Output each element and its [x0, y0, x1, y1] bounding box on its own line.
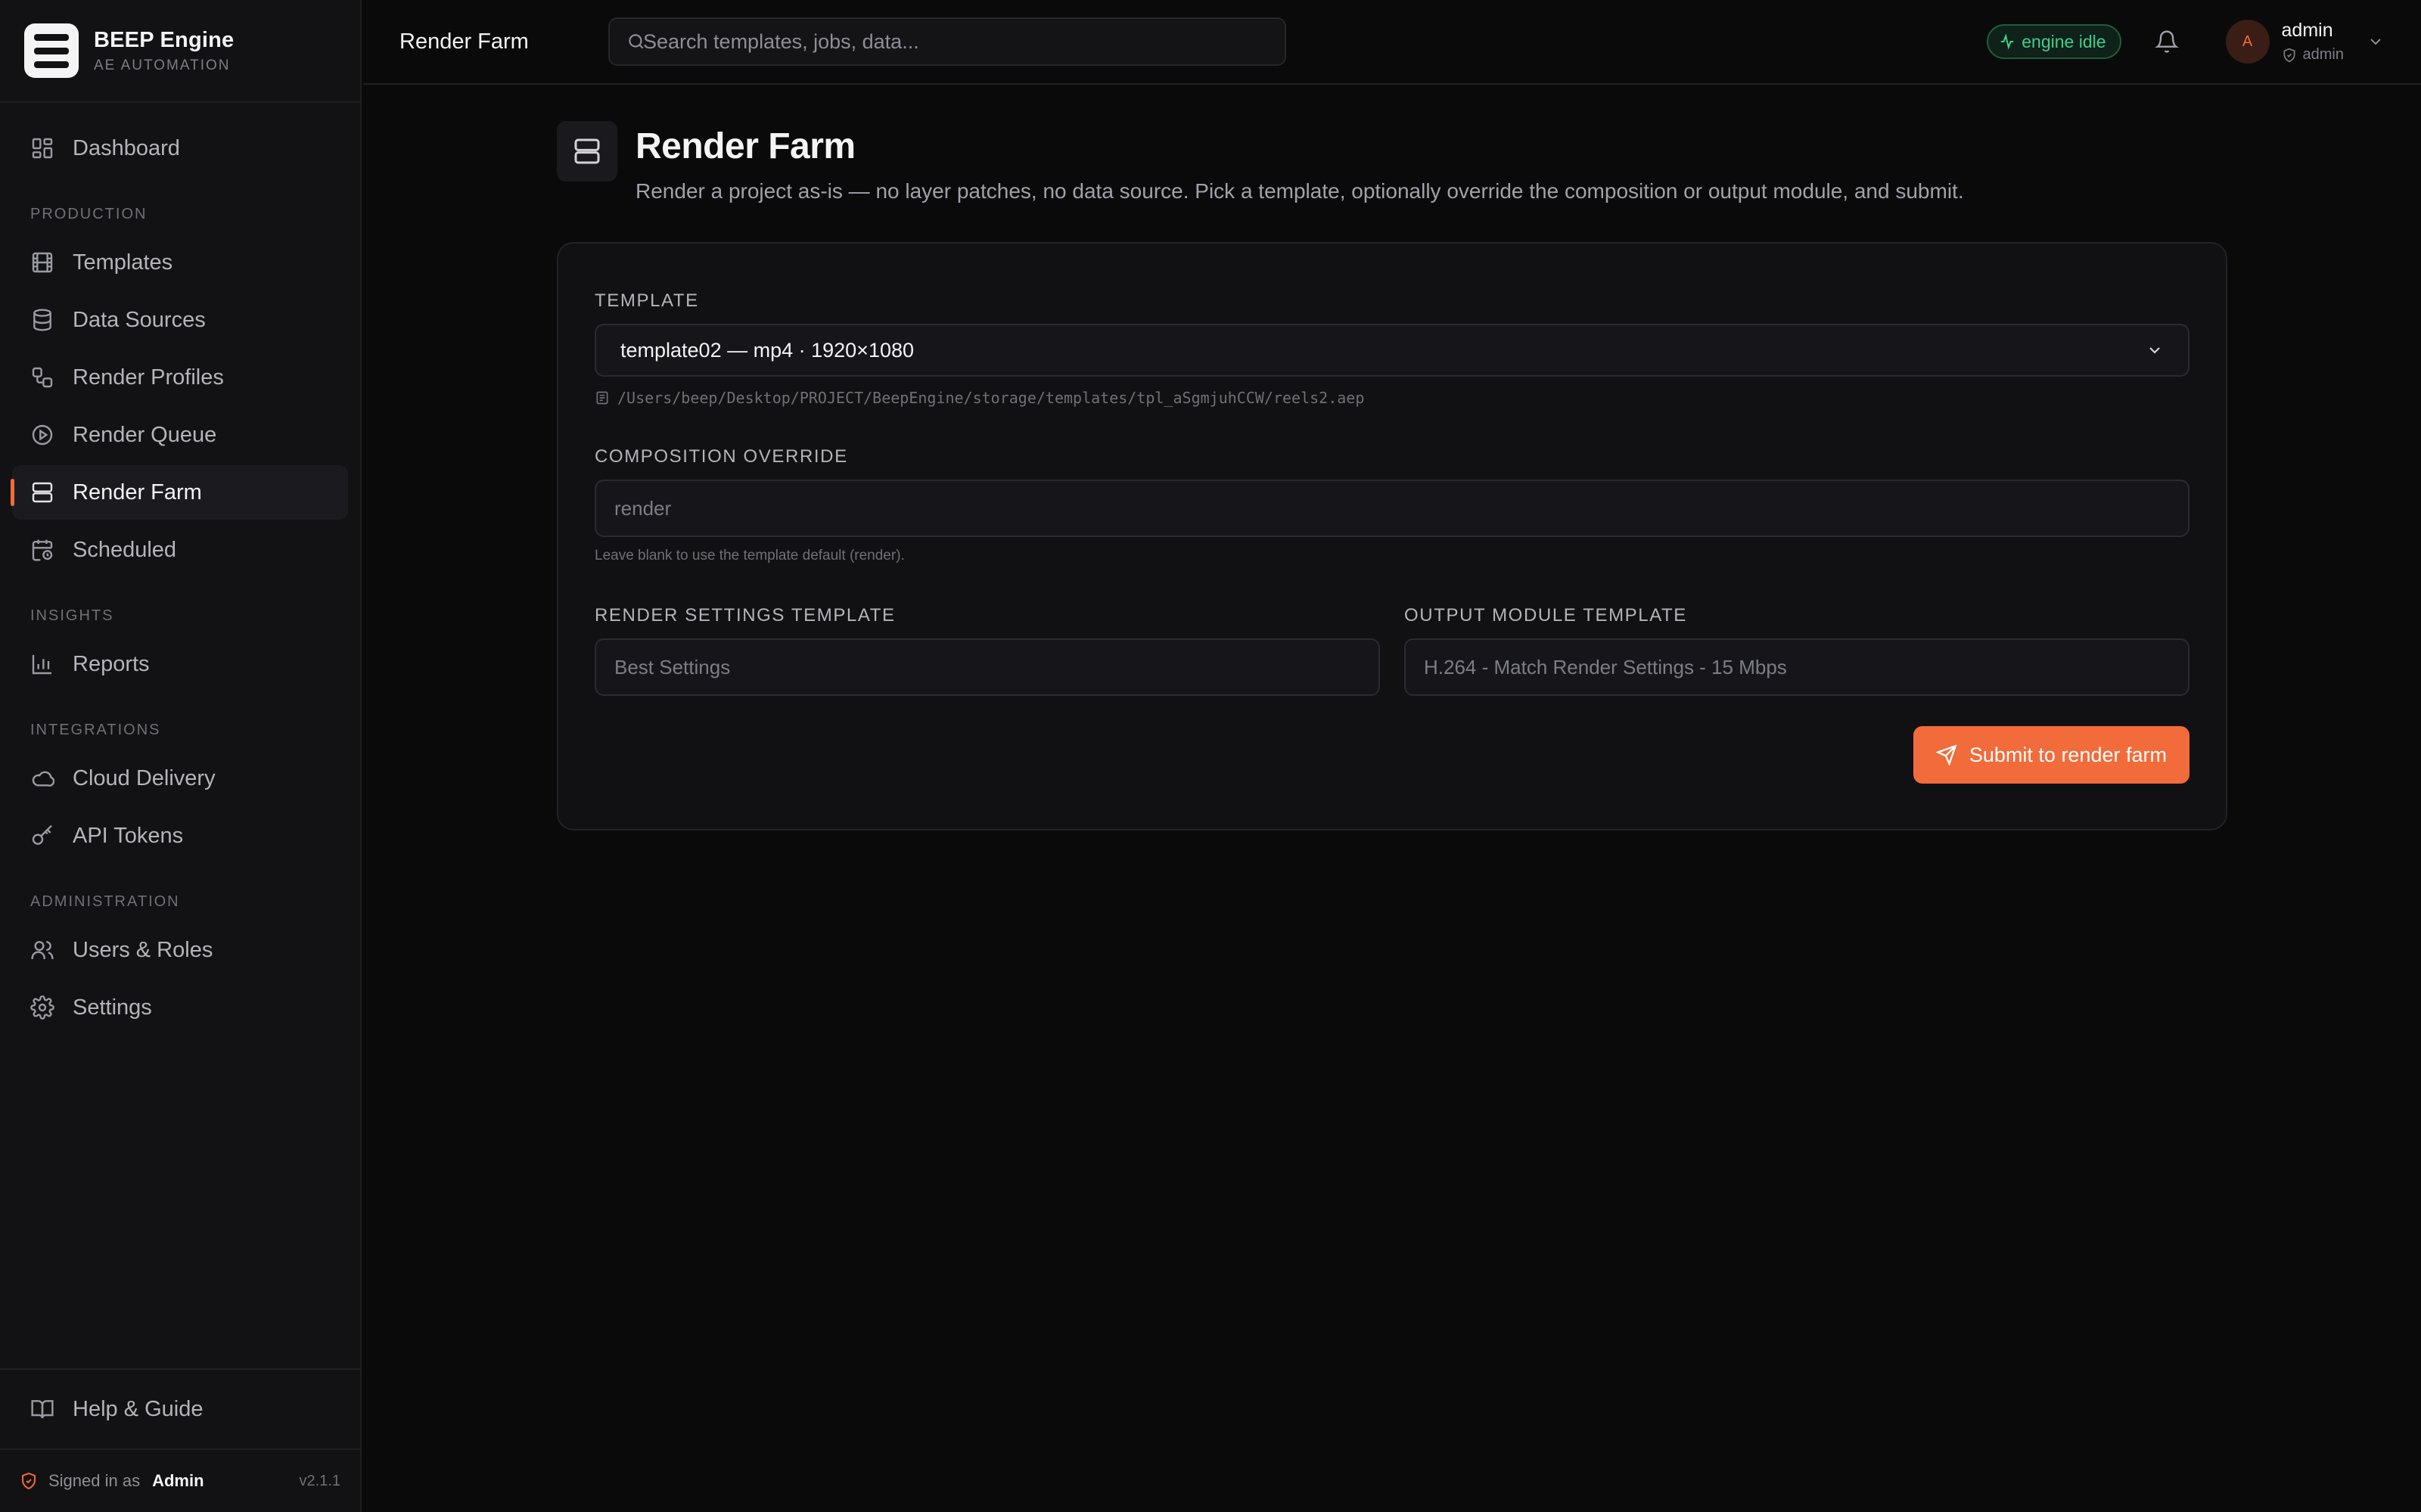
- composition-override-field[interactable]: [595, 480, 2189, 537]
- brand-logo-icon: [24, 23, 79, 78]
- key-icon: [30, 824, 54, 848]
- sidebar-item-reports[interactable]: Reports: [12, 637, 348, 691]
- sidebar-item-label: Scheduled: [73, 537, 177, 562]
- sidebar-item-data-sources[interactable]: Data Sources: [12, 293, 348, 347]
- user-role-text: admin: [2302, 46, 2344, 63]
- sidebar-item-label: API Tokens: [73, 823, 184, 848]
- notification-bell-icon[interactable]: [2154, 29, 2179, 54]
- bar-chart-icon: [30, 652, 54, 676]
- chevron-down-icon: [2367, 33, 2385, 51]
- output-module-label: OUTPUT MODULE TEMPLATE: [1404, 605, 1687, 626]
- sidebar-item-label: Render Farm: [73, 480, 202, 505]
- workflow-icon: [30, 365, 54, 390]
- sidebar-item-dashboard[interactable]: Dashboard: [12, 121, 348, 175]
- sidebar-item-api-tokens[interactable]: API Tokens: [12, 809, 348, 863]
- gear-icon: [30, 995, 54, 1020]
- template-select[interactable]: template02 — mp4 · 1920×1080: [595, 324, 2189, 377]
- avatar: A: [2225, 20, 2270, 64]
- sidebar-item-render-farm[interactable]: Render Farm: [11, 465, 348, 520]
- sidebar-item-label: Settings: [73, 995, 152, 1020]
- sidebar-item-label: Data Sources: [73, 307, 206, 332]
- signed-in-label: Signed in as: [48, 1471, 141, 1490]
- play-circle-icon: [30, 423, 54, 447]
- sidebar-item-label: Render Queue: [73, 422, 217, 447]
- composition-override-input[interactable]: [614, 496, 2170, 520]
- film-icon: [30, 250, 54, 275]
- sidebar-item-label: Templates: [73, 250, 173, 275]
- shield-icon: [20, 1472, 38, 1490]
- sidebar-item-help[interactable]: Help & Guide: [12, 1382, 348, 1436]
- top-bar: Render Farm engine idle A admin admin: [363, 0, 2421, 85]
- section-production: PRODUCTION: [30, 206, 148, 222]
- sidebar-item-users-roles[interactable]: Users & Roles: [12, 923, 348, 977]
- page-header: Render Farm Render a project as-is — no …: [557, 121, 1964, 203]
- sidebar-item-label: Reports: [73, 651, 150, 676]
- render-settings-field[interactable]: [595, 638, 1380, 696]
- book-open-icon: [30, 1397, 54, 1421]
- file-icon: [595, 390, 610, 405]
- sidebar-item-templates[interactable]: Templates: [12, 235, 348, 290]
- render-settings-input[interactable]: [614, 655, 1360, 679]
- user-role: admin: [2282, 46, 2344, 64]
- user-menu[interactable]: A admin admin: [2225, 20, 2385, 64]
- section-insights: INSIGHTS: [30, 607, 114, 624]
- sidebar-item-scheduled[interactable]: Scheduled: [12, 523, 348, 577]
- section-administration: ADMINISTRATION: [30, 893, 180, 910]
- database-icon: [30, 308, 54, 332]
- user-name: admin: [2281, 20, 2333, 41]
- sidebar-item-cloud-delivery[interactable]: Cloud Delivery: [12, 751, 348, 806]
- output-module-input[interactable]: [1424, 655, 2170, 679]
- submit-button-label: Submit to render farm: [1969, 743, 2167, 766]
- sidebar-item-settings[interactable]: Settings: [12, 980, 348, 1035]
- calendar-clock-icon: [30, 538, 54, 562]
- page-title: Render Farm: [636, 126, 856, 166]
- template-path-text: /Users/beep/Desktop/PROJECT/BeepEngine/s…: [617, 389, 1365, 407]
- sidebar-item-label: Render Profiles: [73, 365, 224, 390]
- submit-render-farm-button[interactable]: Submit to render farm: [1913, 726, 2189, 784]
- template-select-value: template02 — mp4 · 1920×1080: [620, 338, 915, 362]
- app-version: v2.1.1: [299, 1472, 340, 1489]
- composition-override-hint: Leave blank to use the template default …: [595, 548, 905, 564]
- sidebar-item-render-queue[interactable]: Render Queue: [12, 408, 348, 462]
- cloud-icon: [30, 766, 54, 790]
- users-icon: [30, 938, 54, 962]
- shield-icon: [2282, 48, 2297, 63]
- layout-grid-icon: [30, 136, 54, 160]
- sidebar-item-label: Help & Guide: [73, 1396, 204, 1421]
- page-description: Render a project as-is — no layer patche…: [636, 179, 1964, 203]
- sidebar-item-label: Users & Roles: [73, 937, 213, 962]
- topbar-title: Render Farm: [399, 29, 529, 54]
- sidebar-item-render-profiles[interactable]: Render Profiles: [12, 350, 348, 405]
- engine-status-text: engine idle: [2022, 31, 2106, 51]
- sidebar-item-label: Cloud Delivery: [73, 765, 216, 790]
- search-input[interactable]: [643, 29, 1268, 54]
- section-integrations: INTEGRATIONS: [30, 722, 161, 738]
- chevron-down-icon: [2146, 341, 2164, 359]
- template-path: /Users/beep/Desktop/PROJECT/BeepEngine/s…: [595, 389, 2189, 407]
- render-farm-form: TEMPLATE template02 — mp4 · 1920×1080 /U…: [557, 242, 2227, 831]
- signed-in-status: Signed in as Admin v2.1.1: [0, 1448, 360, 1512]
- render-settings-label: RENDER SETTINGS TEMPLATE: [595, 605, 896, 626]
- sidebar-item-label: Dashboard: [73, 135, 180, 160]
- signed-in-user: Admin: [152, 1471, 204, 1490]
- brand-subtitle: AE AUTOMATION: [94, 57, 231, 73]
- sidebar-nav: Dashboard PRODUCTION Templates Data Sour…: [0, 103, 360, 1035]
- sidebar: BEEP Engine AE AUTOMATION Dashboard PROD…: [0, 0, 362, 1512]
- server-icon: [30, 480, 54, 505]
- composition-override-label: COMPOSITION OVERRIDE: [595, 446, 848, 467]
- engine-status-badge: engine idle: [1987, 24, 2121, 59]
- send-icon: [1935, 744, 1957, 765]
- activity-icon: [1999, 33, 2015, 50]
- brand[interactable]: BEEP Engine AE AUTOMATION: [0, 0, 360, 103]
- output-module-field[interactable]: [1404, 638, 2189, 696]
- server-icon: [557, 121, 617, 182]
- brand-name: BEEP Engine: [94, 27, 235, 52]
- search-box[interactable]: [608, 17, 1286, 66]
- template-label: TEMPLATE: [595, 290, 699, 311]
